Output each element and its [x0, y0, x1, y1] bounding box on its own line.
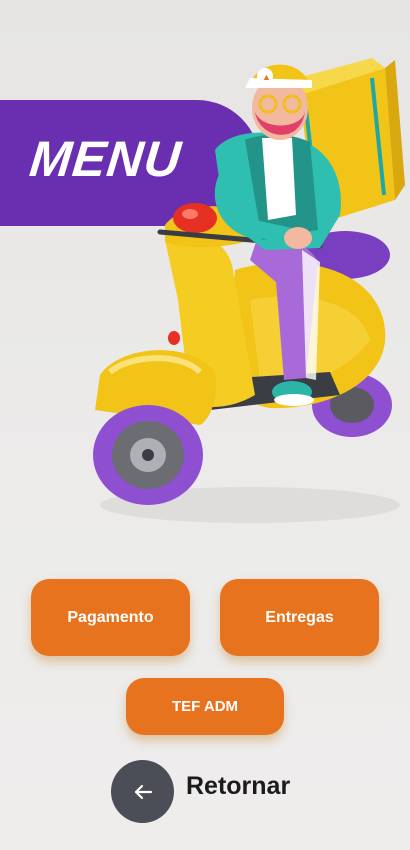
- back-label[interactable]: Retornar: [186, 772, 290, 801]
- tef-adm-button[interactable]: TEF ADM: [126, 678, 284, 735]
- arrow-left-icon: [134, 784, 152, 799]
- svg-text:▲: ▲: [262, 72, 271, 82]
- back-button[interactable]: [111, 760, 174, 823]
- menu-screen: MENU ▲ Pagamento Entregas TEF ADM Retorn…: [0, 0, 410, 850]
- entregas-button[interactable]: Entregas: [220, 579, 379, 656]
- pagamento-button[interactable]: Pagamento: [31, 579, 190, 656]
- delivery-scooter-illustration: ▲: [93, 58, 405, 523]
